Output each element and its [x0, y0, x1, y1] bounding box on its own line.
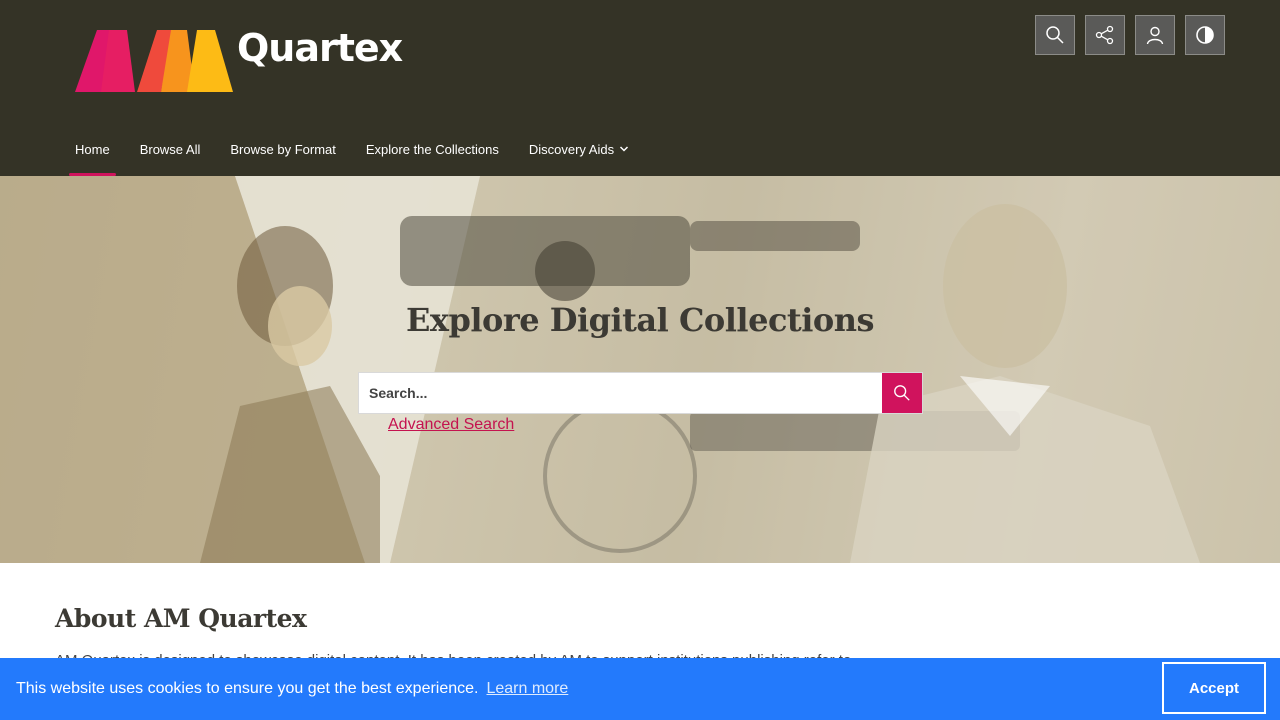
utility-toolbar: [1035, 15, 1225, 55]
hero-background-image: [0, 176, 1280, 563]
user-icon: [1146, 26, 1164, 45]
about-title: About AM Quartex: [55, 604, 307, 633]
contrast-button[interactable]: [1185, 15, 1225, 55]
cookie-accept-button[interactable]: Accept: [1162, 662, 1266, 714]
hero-title: Explore Digital Collections: [406, 301, 874, 339]
main-nav: Home Browse All Browse by Format Explore…: [60, 128, 644, 176]
contrast-icon: [1196, 26, 1214, 44]
share-icon: [1095, 25, 1114, 45]
nav-item-label: Explore the Collections: [365, 142, 499, 157]
site-header: Quartex Home Browse All Browse by Format…: [0, 0, 1280, 176]
cookie-message: This website uses cookies to ensure you …: [16, 680, 479, 697]
cookie-banner: This website uses cookies to ensure you …: [0, 658, 1280, 720]
advanced-search-link[interactable]: Advanced Search: [388, 416, 514, 434]
hero-search-form: [358, 372, 923, 414]
search-input[interactable]: [359, 373, 882, 413]
am-logo-mark: [75, 30, 233, 92]
nav-item-discovery-aids[interactable]: Discovery Aids: [514, 128, 644, 176]
share-button[interactable]: [1085, 15, 1125, 55]
account-button[interactable]: [1135, 15, 1175, 55]
site-logo[interactable]: Quartex: [75, 26, 405, 96]
search-icon: [894, 385, 910, 401]
nav-item-explore-collections[interactable]: Explore the Collections: [351, 128, 514, 176]
chevron-down-icon: [620, 146, 629, 152]
search-submit-button[interactable]: [882, 373, 922, 413]
nav-item-browse-by-format[interactable]: Browse by Format: [215, 128, 350, 176]
nav-item-home[interactable]: Home: [60, 128, 125, 176]
nav-item-label: Discovery Aids: [528, 142, 615, 157]
nav-item-browse-all[interactable]: Browse All: [125, 128, 216, 176]
nav-item-label: Home: [75, 142, 110, 157]
logo-wordmark: Quartex: [237, 26, 403, 70]
hero-banner: Explore Digital Collections Advanced Sea…: [0, 176, 1280, 563]
cookie-learn-more-link[interactable]: Learn more: [486, 680, 568, 698]
search-button[interactable]: [1035, 15, 1075, 55]
search-icon: [1046, 26, 1064, 44]
nav-item-label: Browse All: [139, 142, 201, 157]
nav-item-label: Browse by Format: [230, 142, 336, 157]
